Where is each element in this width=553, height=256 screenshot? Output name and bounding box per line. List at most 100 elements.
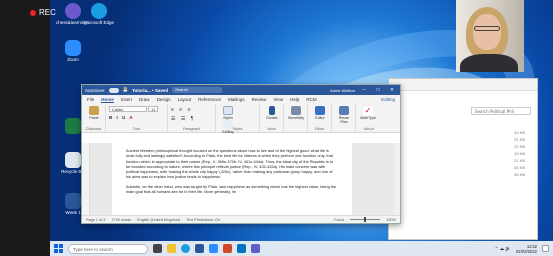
paragraph-group-label: Paragraph: [183, 127, 200, 131]
language[interactable]: English (United Kingdom): [137, 218, 180, 222]
explorer-titlebar: [389, 79, 537, 91]
recycle-bin-icon: [65, 152, 81, 168]
document-paragraph[interactable]: Aristotle, on the other hand, who was ta…: [126, 184, 338, 195]
ribbon: Paste Clipboard Calibri 11 B I U A Font …: [82, 104, 400, 134]
taskbar-clock[interactable]: 11:52 02/03/2022: [516, 244, 537, 254]
tab-rcm[interactable]: RCM: [306, 97, 316, 102]
reuse-files-button[interactable]: Reuse Files: [335, 106, 353, 124]
dictate-button[interactable]: Dictate: [263, 106, 281, 120]
file-size: 21 KB: [514, 137, 525, 142]
zoom-taskbar-icon[interactable]: [209, 244, 218, 253]
desktop-icon-label: Week 1: [65, 210, 81, 215]
paragraph-group: ≡ ≡ ≡ ☰ ☰ ¶ Paragraph: [168, 104, 216, 132]
font-color-icon[interactable]: A: [129, 115, 134, 120]
tab-draw[interactable]: Draw: [139, 97, 150, 102]
desktop-icon-edge[interactable]: Microsoft Edge: [82, 3, 116, 26]
editing-mode-button[interactable]: Editing: [381, 97, 395, 102]
chess-app-icon: [65, 3, 81, 19]
reuse-files-label: Reuse Files: [338, 116, 350, 124]
status-bar: Page 1 of 3 1749 words English (United K…: [82, 215, 400, 223]
mathtype-group: ✓ MathType Add-in: [356, 104, 382, 132]
text-predictions[interactable]: Text Predictions: On: [186, 218, 220, 222]
recording-indicator: REC: [30, 8, 56, 17]
format-buttons[interactable]: B I U A: [109, 115, 164, 120]
zoom-slider[interactable]: [350, 217, 381, 222]
save-icon[interactable]: 💾: [123, 87, 129, 93]
editor-group-label: Editor: [314, 127, 325, 131]
font-name-select[interactable]: Calibri: [109, 106, 147, 112]
tab-home[interactable]: Home: [101, 97, 114, 103]
taskbar: Type here to search ⌃ ☁ 🔊 11:52 02/03/20…: [50, 241, 553, 256]
editor-icon: [315, 106, 325, 115]
file-explorer-window[interactable]: Search Political Phil 43 KB 21 KB 22 KB …: [388, 78, 538, 240]
document-title: Tutoria... • Saved: [132, 87, 169, 93]
desktop-icon-zoom[interactable]: Zoom: [56, 40, 90, 63]
sensitivity-button[interactable]: Sensitivity: [287, 106, 305, 120]
file-size: 43 KB: [514, 130, 525, 135]
voice-group: Dictate Voice: [260, 104, 284, 132]
ribbon-tabs: File Home Insert Draw Design Layout Refe…: [82, 95, 400, 104]
styles-button[interactable]: Styles: [219, 106, 237, 120]
taskbar-search-input[interactable]: Type here to search: [68, 243, 148, 254]
zoom-icon: [65, 40, 81, 56]
edge-icon: [91, 3, 107, 19]
start-windows-icon[interactable]: [54, 244, 63, 253]
document-paragraph[interactable]: Ancient Western philosophical thought fo…: [126, 148, 338, 180]
outlook-taskbar-icon[interactable]: [237, 244, 246, 253]
tab-review[interactable]: Review: [252, 97, 267, 102]
tab-file[interactable]: File: [87, 97, 94, 102]
teams-taskbar-icon[interactable]: [251, 244, 260, 253]
clock-date: 02/03/2022: [516, 248, 537, 254]
tab-help[interactable]: Help: [290, 97, 299, 102]
paste-button[interactable]: Paste: [85, 106, 103, 120]
word-window[interactable]: AutoSave 💾 Tutoria... • Saved Search Ann…: [81, 84, 401, 224]
mathtype-label: MathType: [360, 116, 376, 120]
microphone-icon: [269, 106, 275, 115]
tab-view[interactable]: View: [273, 97, 283, 102]
maximize-icon[interactable]: □: [373, 87, 383, 93]
notifications-icon[interactable]: [542, 245, 549, 252]
word-search-input[interactable]: Search: [172, 87, 223, 93]
autosave-label: AutoSave: [85, 87, 105, 93]
tab-layout[interactable]: Layout: [178, 97, 192, 102]
left-black-strip: [0, 0, 50, 256]
file-size: 21 KB: [514, 158, 525, 163]
editor-button[interactable]: Editor: [311, 106, 329, 120]
system-tray-icons[interactable]: ⌃ ☁ 🔊: [495, 246, 511, 252]
font-size-select[interactable]: 11: [148, 106, 159, 112]
autosave-toggle[interactable]: [108, 87, 119, 93]
sensitivity-group: Sensitivity: [284, 104, 308, 132]
task-view-icon[interactable]: [153, 244, 162, 253]
app-icon: [65, 118, 81, 134]
minimize-icon[interactable]: –: [359, 87, 369, 93]
tab-insert[interactable]: Insert: [121, 97, 132, 102]
edge-taskbar-icon[interactable]: [181, 244, 190, 253]
tab-mailings[interactable]: Mailings: [228, 97, 245, 102]
word-count[interactable]: 1749 words: [111, 218, 131, 222]
document-page[interactable]: Ancient Western philosophical thought fo…: [112, 143, 352, 215]
addin-group-label: Add-in: [363, 127, 375, 131]
tab-design[interactable]: Design: [157, 97, 171, 102]
styles-group-label: Styles: [232, 127, 243, 131]
focus-button[interactable]: Focus: [334, 218, 344, 222]
reuse-files-icon: [339, 106, 349, 115]
list-buttons[interactable]: ≡ ≡ ≡: [171, 107, 212, 113]
mathtype-button[interactable]: ✓ MathType: [359, 106, 377, 120]
clipboard-group: Paste Clipboard: [82, 104, 106, 132]
webcam-overlay: [456, 0, 524, 72]
align-buttons[interactable]: ☰ ☰ ¶: [171, 116, 212, 122]
vertical-scrollbar[interactable]: [394, 143, 400, 215]
explorer-search-input[interactable]: Search Political Phil: [471, 107, 531, 115]
tab-references[interactable]: References: [198, 97, 221, 102]
user-name[interactable]: Annie Whitton: [330, 88, 355, 93]
page-count[interactable]: Page 1 of 3: [86, 218, 105, 222]
mathtype-icon: ✓: [363, 106, 373, 115]
styles-icon: [223, 106, 233, 115]
powerpoint-taskbar-icon[interactable]: [223, 244, 232, 253]
zoom-level[interactable]: 100%: [386, 218, 396, 222]
word-taskbar-icon[interactable]: [195, 244, 204, 253]
voice-group-label: Voice: [267, 127, 276, 131]
close-icon[interactable]: ✕: [387, 87, 397, 93]
file-size: 22 KB: [514, 144, 525, 149]
file-explorer-icon[interactable]: [167, 244, 176, 253]
